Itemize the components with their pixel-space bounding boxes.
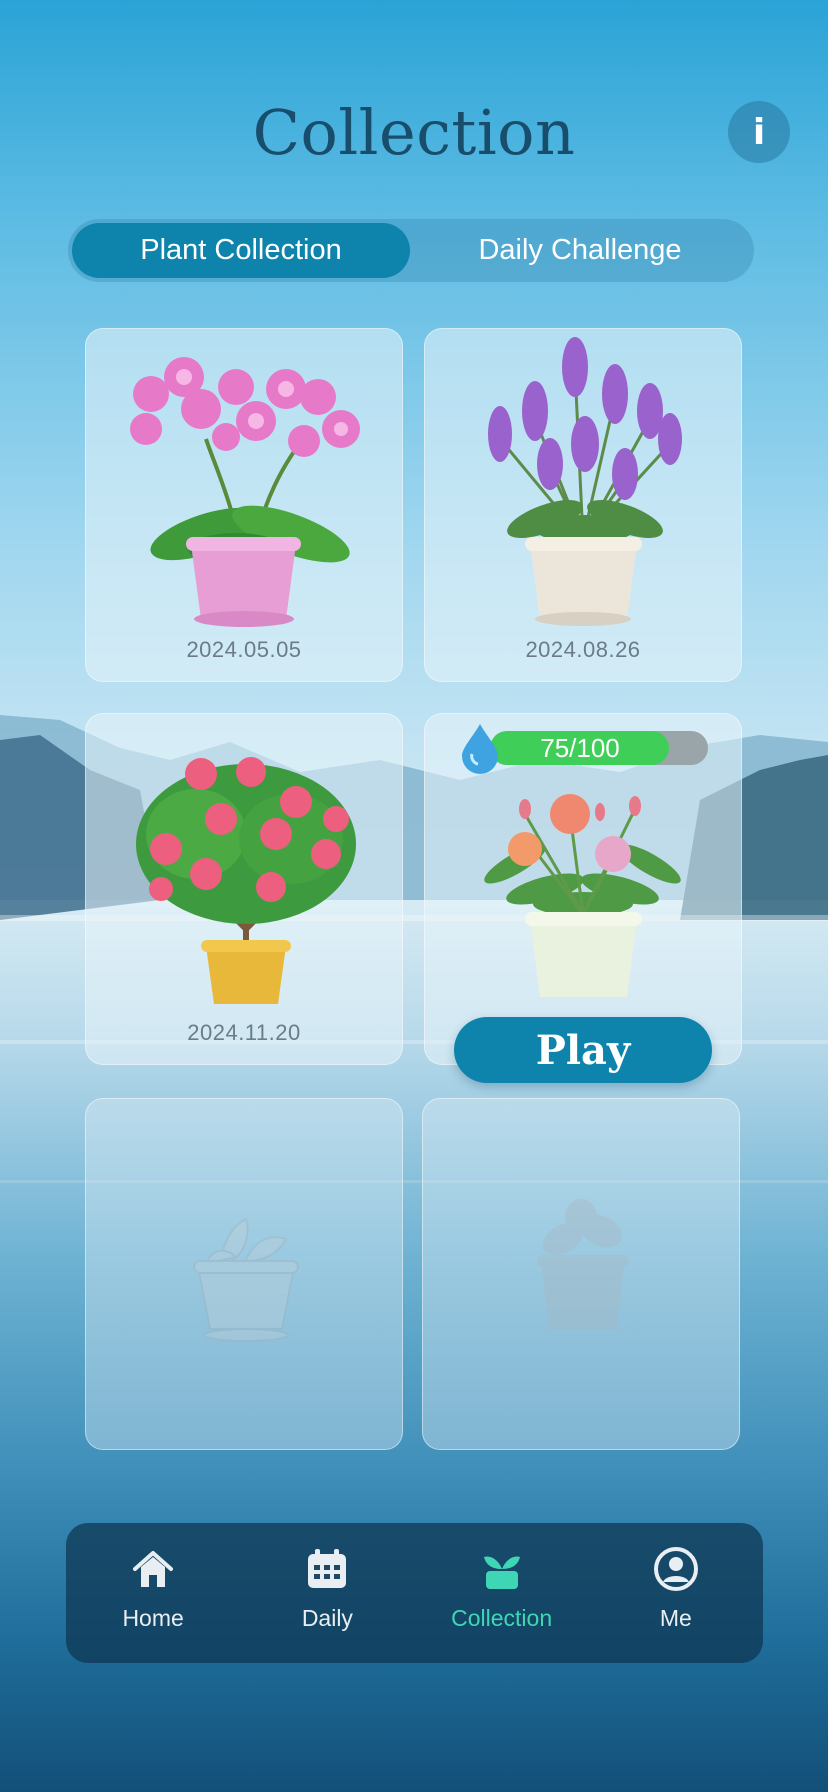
locked-plant-card[interactable] <box>85 1098 403 1450</box>
home-icon <box>133 1551 174 1587</box>
plant-card-camellia[interactable]: 2024.11.20 <box>85 713 403 1065</box>
page-title: Collection <box>252 96 576 169</box>
sprout-pot-icon <box>483 1556 520 1589</box>
nav-label: Home <box>122 1605 184 1631</box>
nav-label: Collection <box>451 1605 553 1631</box>
lavender-plant-icon <box>488 337 682 626</box>
locked-plant-pot-icon <box>193 1217 299 1342</box>
bottom-nav: Home Daily Collection Me <box>66 1523 763 1663</box>
collected-date: 2024.11.20 <box>187 1020 301 1045</box>
plant-card-orchid[interactable]: 2024.05.05 <box>85 328 403 682</box>
locked-plant-pot-icon <box>537 1199 629 1329</box>
info-button[interactable]: i <box>728 101 790 163</box>
water-progress-text: 75/100 <box>540 732 620 763</box>
nav-me[interactable]: Me <box>589 1523 763 1663</box>
tab-plant-collection[interactable]: Plant Collection <box>72 223 410 278</box>
calendar-icon <box>308 1549 347 1588</box>
nav-label: Daily <box>301 1605 353 1631</box>
collection-tabs: Plant Collection Daily Challenge <box>68 219 754 282</box>
play-button[interactable]: Play <box>454 1017 712 1083</box>
collected-date: 2024.08.26 <box>525 637 641 662</box>
user-icon <box>653 1547 698 1591</box>
locked-plant-card[interactable] <box>422 1098 740 1450</box>
camellia-tree-icon <box>136 757 356 1004</box>
nav-daily[interactable]: Daily <box>240 1523 414 1663</box>
plant-card-lavender[interactable]: 2024.08.26 <box>424 328 742 682</box>
tab-daily-challenge[interactable]: Daily Challenge <box>410 223 750 278</box>
water-progress-bar: 75/100 <box>490 731 708 765</box>
collected-date: 2024.05.05 <box>186 637 302 662</box>
nav-label: Me <box>659 1605 692 1631</box>
orchid-plant-icon <box>130 357 360 627</box>
nav-collection[interactable]: Collection <box>415 1523 589 1663</box>
water-drop-icon <box>462 724 498 774</box>
nav-home[interactable]: Home <box>66 1523 240 1663</box>
